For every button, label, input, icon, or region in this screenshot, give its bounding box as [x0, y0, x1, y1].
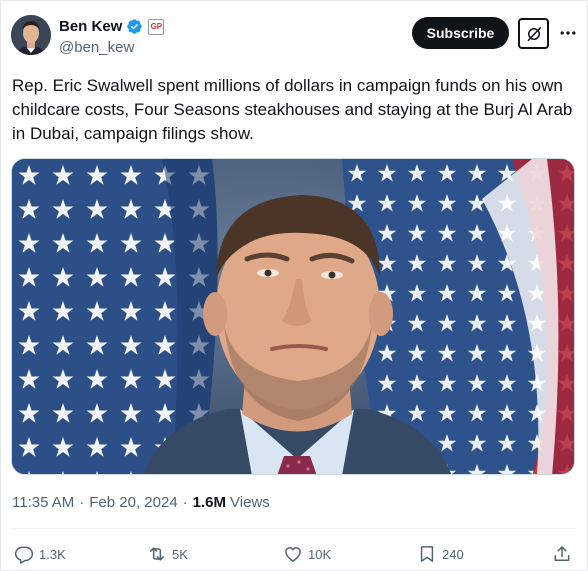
affiliate-badge[interactable]: GP [148, 18, 165, 35]
tweet-card: Ben Kew GP @ben_kew Subscribe Rep. Eric … [0, 0, 588, 571]
share-icon [554, 546, 570, 561]
subscribe-button[interactable]: Subscribe [412, 17, 509, 49]
views-label: Views [230, 494, 270, 511]
tweet-text: Rep. Eric Swalwell spent millions of dol… [12, 76, 573, 143]
like-button[interactable]: 10K [283, 539, 331, 569]
bookmark-button[interactable]: 240 [417, 539, 464, 569]
meta-separator: · [182, 494, 188, 511]
heart-icon [285, 547, 301, 562]
like-count: 10K [308, 546, 332, 562]
grok-icon[interactable] [518, 18, 549, 49]
share-button[interactable] [552, 539, 572, 569]
views-count: 1.6M [192, 494, 227, 511]
verified-badge-icon[interactable] [126, 18, 143, 35]
author-name-row: Ben Kew GP [59, 18, 165, 35]
meta-separator: · [79, 494, 85, 511]
tweet-photo[interactable] [11, 158, 575, 475]
author-name[interactable]: Ben Kew [59, 18, 122, 35]
tweet-date[interactable]: Feb 20, 2024 [89, 494, 177, 511]
reply-icon [14, 546, 34, 564]
author-handle[interactable]: @ben_kew [59, 39, 134, 56]
reply-count: 1.3K [39, 546, 66, 562]
author-avatar[interactable] [11, 15, 51, 55]
tweet-time[interactable]: 11:35 AM [12, 494, 74, 511]
divider [12, 528, 576, 529]
bookmark-count: 240 [442, 546, 464, 562]
tweet-meta: 11:35 AM · Feb 20, 2024 · 1.6M Views [12, 494, 270, 511]
action-bar: 1.3K 5K 10K 240 [1, 539, 588, 569]
repost-icon [150, 547, 164, 561]
reply-button[interactable]: 1.3K [14, 539, 66, 569]
repost-count: 5K [172, 546, 188, 562]
bookmark-icon [420, 546, 434, 562]
more-options-icon[interactable] [558, 23, 578, 43]
repost-button[interactable]: 5K [147, 539, 188, 569]
